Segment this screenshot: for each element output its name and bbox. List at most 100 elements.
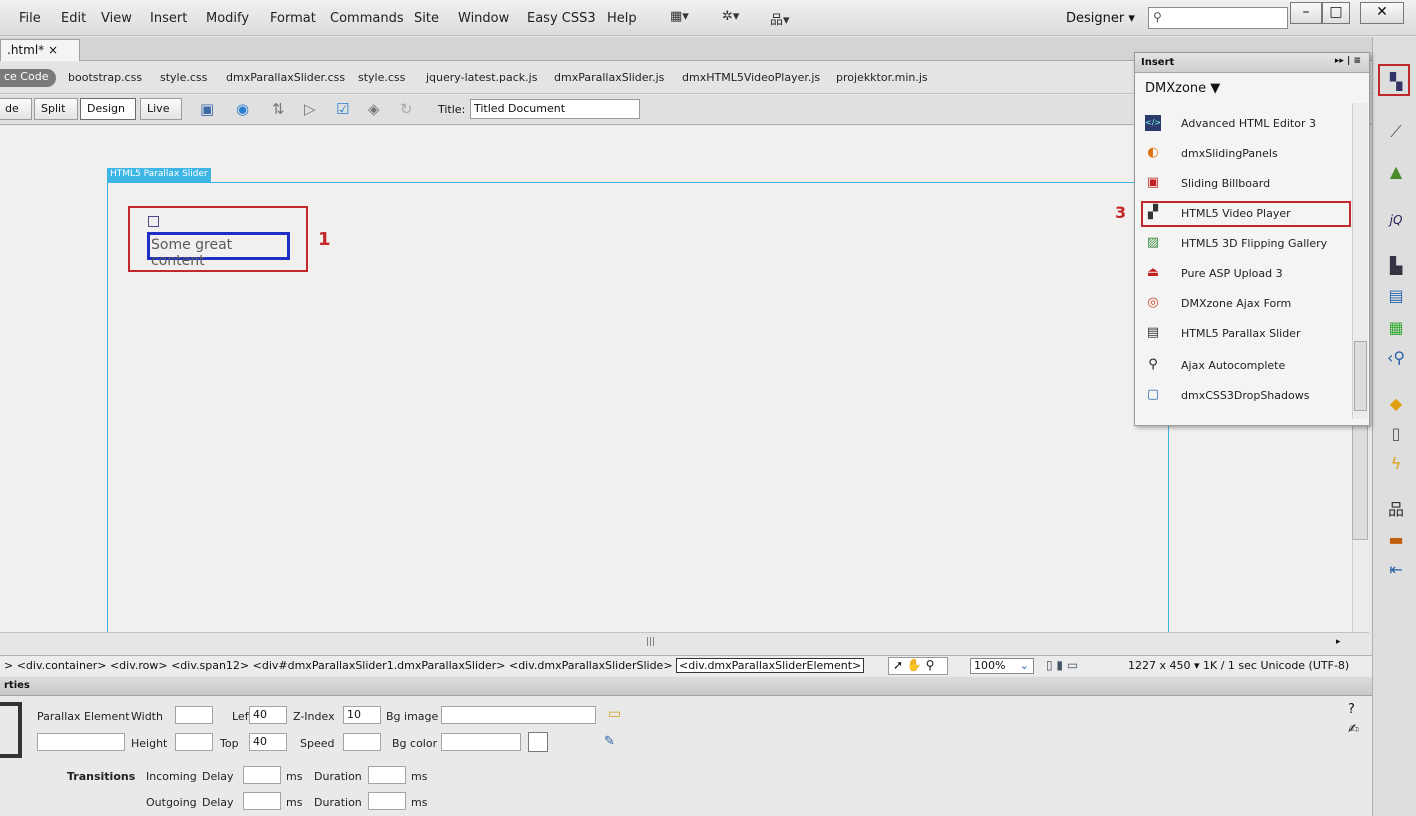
design-view-button[interactable]: Design [80,98,136,120]
menu-window[interactable]: Window [458,11,509,26]
incoming-duration-input[interactable] [368,766,406,784]
edit-icon[interactable]: ✎ [604,734,615,749]
workspace-switcher[interactable]: Designer ▾ [1066,11,1135,26]
category-select[interactable]: DMXzone ▼ [1145,81,1220,96]
behaviors-icon[interactable]: ϟ [1385,453,1407,475]
bgimage-input[interactable] [441,706,596,724]
menu-edit[interactable]: Edit [61,11,86,26]
top-input[interactable]: 40 [249,733,287,751]
outgoing-duration-input[interactable] [368,792,406,810]
site-icon[interactable]: 品▾ [770,9,790,28]
insert-item[interactable]: ⚲ Ajax Autocomplete [1137,351,1351,381]
multiscreen-icon[interactable]: ▣ [200,100,214,118]
browser-preview-icon[interactable]: ◉ [236,100,249,118]
canvas-horizontal-scrollbar[interactable]: ||| ▸ [0,632,1369,655]
insert-item[interactable]: ◎ DMXzone Ajax Form [1137,289,1351,319]
code-view-button[interactable]: de [0,98,32,120]
close-button[interactable]: ✕ [1360,2,1404,24]
element-marker-icon[interactable] [148,216,159,227]
css-styles-icon[interactable]: ⟋ [1385,121,1407,143]
source-code-button[interactable]: ce Code [0,69,57,87]
height-input[interactable] [175,733,213,751]
search-input[interactable]: ⚲ [1148,7,1288,29]
select-hand-zoom-tools[interactable]: ➚ ✋ ⚲ [888,657,948,675]
assets-icon[interactable]: ▲ [1385,161,1407,183]
insert-item[interactable]: ▨ HTML5 3D Flipping Gallery [1137,229,1351,259]
files-icon[interactable]: ◆ [1385,393,1407,415]
menu-format[interactable]: Format [270,11,316,26]
related-file[interactable]: dmxParallaxSlider.css [226,71,345,84]
live-view-button[interactable]: Live [140,98,182,120]
parallax-element-content[interactable]: Some great content [147,232,290,269]
related-file[interactable]: style.css [160,71,207,84]
jquery-icon[interactable]: jQ [1385,209,1407,231]
insert-scroll-thumb[interactable] [1354,341,1367,411]
site-map-icon[interactable]: 品 [1385,499,1407,521]
slider-tab-label[interactable]: HTML5 Parallax Slider [107,168,211,182]
visual-aids-icon[interactable]: ◈ [368,100,380,118]
menu-easy-css3[interactable]: Easy CSS3 [527,11,596,26]
quick-tag-editor-icon[interactable]: ✍ [1348,722,1359,737]
properties-header[interactable]: rties [0,677,1372,696]
incoming-delay-input[interactable] [243,766,281,784]
related-file[interactable]: bootstrap.css [68,71,142,84]
speed-input[interactable] [343,733,381,751]
split-view-button[interactable]: Split [34,98,78,120]
snippets-icon[interactable]: ⇤ [1385,559,1407,581]
code-inspector-icon[interactable]: ‹⚲ [1385,347,1407,369]
images-icon[interactable]: ▤ [1385,285,1407,307]
menu-insert[interactable]: Insert [150,11,187,26]
refresh-icon[interactable]: ↻ [400,100,413,118]
tag-selector[interactable]: > <div.container> <div.row> <div.span12>… [4,658,865,673]
maximize-button[interactable]: □ [1322,2,1350,24]
help-icon[interactable]: ? [1348,702,1355,717]
layout-icon[interactable]: ▦▾ [670,9,689,24]
menu-site[interactable]: Site [414,11,439,26]
outgoing-delay-input[interactable] [243,792,281,810]
panel-menu-icon[interactable]: ▸▸ | ≡ [1335,56,1361,66]
insert-panel-title: Insert [1141,57,1175,68]
element-id-input[interactable] [37,733,125,751]
bgcolor-input[interactable] [441,733,521,751]
menu-commands[interactable]: Commands [330,11,404,26]
business-catalyst-icon[interactable]: ▙ [1385,255,1407,277]
minimize-button[interactable]: – [1290,2,1322,24]
insert-item[interactable]: ◐ dmxSlidingPanels [1137,139,1351,169]
related-file[interactable]: projekktor.min.js [836,71,928,84]
insert-item[interactable]: ▣ Sliding Billboard [1137,169,1351,199]
document-tab[interactable]: .html* × [0,39,80,61]
insert-item[interactable]: ⏏ Pure ASP Upload 3 [1137,259,1351,289]
title-input[interactable]: Titled Document [470,99,640,119]
width-input[interactable] [175,706,213,724]
related-file[interactable]: dmxParallaxSlider.js [554,71,664,84]
menu-file[interactable]: File [19,11,41,26]
insert-item[interactable]: ▢ dmxCSS3DropShadows [1137,381,1351,411]
menu-view[interactable]: View [101,11,132,26]
insert-panel-scrollbar[interactable] [1352,103,1368,419]
window-size-icons[interactable]: ▯ ▮ ▭ [1046,658,1078,672]
current-tag[interactable]: <div.dmxParallaxSliderElement> [676,658,865,673]
menu-help[interactable]: Help [607,11,637,26]
insert-panel-header[interactable]: Insert ▸▸ | ≡ [1135,53,1369,73]
validate-icon[interactable]: ☑ [336,100,349,118]
ajax-form-icon: ◎ [1147,295,1159,310]
color-picker-button[interactable] [528,732,548,752]
insert-item[interactable]: ▤ HTML5 Parallax Slider [1137,319,1351,349]
debug-icon[interactable]: ▷ [304,100,316,118]
left-input[interactable]: 40 [249,706,287,724]
zoom-select[interactable]: 100% ⌄ [970,658,1034,674]
menu-modify[interactable]: Modify [206,11,249,26]
related-file[interactable]: dmxHTML5VideoPlayer.js [682,71,820,84]
related-file[interactable]: style.css [358,71,405,84]
gear-icon[interactable]: ✲▾ [722,9,739,24]
page-settings-icon[interactable]: ▯ [1385,423,1407,445]
file-transfer-icon[interactable]: ⇅ [272,100,285,118]
tables-icon[interactable]: ▦ [1385,317,1407,339]
insert-item[interactable]: </> Advanced HTML Editor 3 [1137,109,1351,139]
related-file[interactable]: jquery-latest.pack.js [426,71,537,84]
folder-icon[interactable]: ▭ [608,706,621,722]
tag-path[interactable]: > <div.container> <div.row> <div.span12>… [4,659,673,672]
zindex-input[interactable]: 10 [343,706,381,724]
scroll-right-icon[interactable]: ▸ [1336,637,1341,647]
extensions-icon[interactable]: ▬ [1385,529,1407,551]
